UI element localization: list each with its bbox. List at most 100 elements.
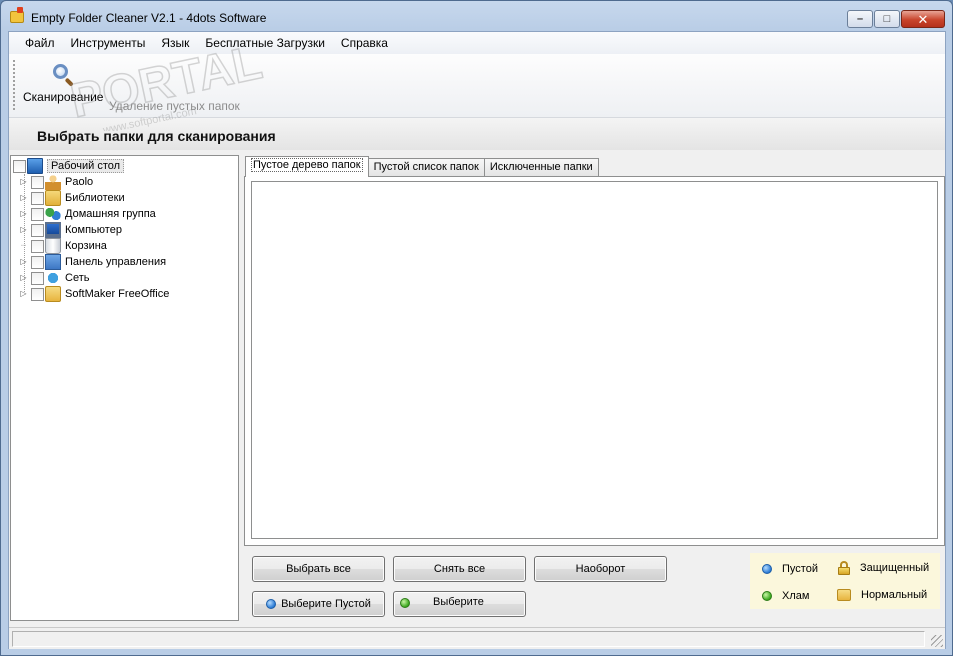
homegroup-icon (45, 206, 61, 222)
tree-node-label: Paolo (65, 176, 94, 188)
green-dot-icon (762, 591, 772, 601)
tree-node-label: Домашняя группа (65, 208, 156, 220)
tree-checkbox[interactable] (31, 223, 44, 237)
tree-checkbox[interactable] (31, 271, 44, 285)
tree-node-label: Корзина (65, 240, 107, 252)
tree-root-label: Рабочий стол (47, 159, 125, 173)
tree-checkbox[interactable] (31, 255, 44, 269)
magnifier-icon (51, 62, 75, 87)
green-dot-icon (400, 598, 410, 608)
tree-checkbox[interactable] (31, 191, 44, 205)
tree-node[interactable]: ▷ SoftMaker FreeOffice (19, 286, 169, 302)
folder-icon (45, 286, 61, 302)
tab-excluded-folders[interactable]: Исключенные папки (483, 158, 599, 177)
tree-node-label: Панель управления (65, 256, 167, 268)
menu-bar: Файл Инструменты Язык Бесплатные Загрузк… (9, 32, 945, 54)
invert-label: Наоборот (575, 563, 626, 575)
expand-arrow-icon[interactable]: ▷ (19, 190, 28, 206)
delete-empty-folders-button[interactable]: Удаление пустых папок (109, 99, 240, 113)
expand-arrow-icon[interactable]: ▷ (19, 254, 28, 270)
legend-protected-label: Защищенный (860, 562, 930, 574)
menu-language[interactable]: Язык (153, 32, 197, 54)
select-empty-button[interactable]: Выберите Пустой (252, 591, 385, 617)
recycle-bin-icon (45, 238, 61, 254)
app-window: Empty Folder Cleaner V2.1 - 4dots Softwa… (0, 0, 953, 656)
network-icon (45, 270, 61, 286)
user-folder-icon (45, 174, 61, 190)
window-title: Empty Folder Cleaner V2.1 - 4dots Softwa… (31, 11, 267, 25)
expand-arrow-icon[interactable]: ▷ (19, 206, 28, 222)
client-area: Файл Инструменты Язык Бесплатные Загрузк… (8, 31, 946, 649)
legend-empty-label: Пустой (782, 563, 818, 575)
expand-arrow-icon[interactable]: ▷ (19, 270, 28, 286)
tree-node-label: Библиотеки (65, 192, 125, 204)
blue-dot-icon (762, 564, 772, 574)
invert-selection-button[interactable]: Наоборот (534, 556, 667, 582)
legend-normal: Нормальный (837, 589, 927, 601)
tree-node[interactable]: ▷ Домашняя группа (19, 206, 156, 222)
select-all-button[interactable]: Выбрать все (252, 556, 385, 582)
section-header: Выбрать папки для сканирования (9, 118, 945, 150)
maximize-button[interactable]: □ (874, 10, 900, 28)
control-panel-icon (45, 254, 61, 270)
close-icon: ✕ (917, 11, 929, 27)
select-junk-button[interactable]: Выберите (393, 591, 526, 617)
scan-button[interactable]: Сканирование (23, 62, 103, 104)
legend-junk-label: Хлам (782, 590, 810, 602)
tab-empty-folder-list[interactable]: Пустой список папок (367, 158, 485, 177)
blue-dot-icon (266, 599, 277, 609)
tab-panel (244, 176, 945, 546)
select-all-label: Выбрать все (286, 563, 351, 575)
tree-node-label: Компьютер (65, 224, 122, 236)
section-title: Выбрать папки для сканирования (37, 128, 276, 144)
tab-label: Пустое дерево папок (251, 158, 363, 172)
tree-node-label: SoftMaker FreeOffice (65, 288, 170, 300)
tree-node[interactable]: ▷ Библиотеки (19, 190, 125, 206)
tab-strip: Пустое дерево папок Пустой список папок … (245, 156, 599, 177)
tree-checkbox[interactable] (31, 207, 44, 221)
tree-checkbox[interactable] (31, 239, 44, 253)
desktop-icon (27, 158, 43, 174)
tree-node[interactable]: ▷ Панель управления (19, 254, 166, 270)
lock-icon (838, 561, 850, 575)
tree-node[interactable]: ▷ Компьютер (19, 222, 122, 238)
tree-node[interactable]: ▷ Сеть (19, 270, 89, 286)
menu-file[interactable]: Файл (17, 32, 63, 54)
title-bar[interactable]: Empty Folder Cleaner V2.1 - 4dots Softwa… (1, 1, 952, 31)
folder-tree[interactable]: Рабочий стол ▷ Paolo ▷ Библиотеки ▷ Дома… (10, 155, 239, 621)
status-bar (9, 627, 945, 649)
tree-node[interactable]: ▷ Paolo (19, 174, 93, 190)
tree-node[interactable]: ┈ Корзина (19, 238, 107, 254)
folder-icon (837, 589, 851, 601)
tab-empty-folder-tree[interactable]: Пустое дерево папок (245, 156, 369, 177)
tree-node-label: Сеть (65, 272, 90, 284)
tree-root-checkbox[interactable] (13, 159, 26, 173)
select-empty-label: Выберите Пустой (281, 598, 371, 610)
resize-grip[interactable] (931, 635, 943, 647)
toolbar-grip[interactable] (13, 60, 15, 110)
minimize-button[interactable]: – (847, 10, 873, 28)
minimize-icon: – (856, 12, 864, 25)
expand-arrow-icon[interactable]: ▷ (19, 286, 28, 302)
tree-checkbox[interactable] (31, 175, 44, 189)
toolbar: Сканирование Удаление пустых папок (9, 54, 945, 118)
legend-panel: Пустой Защищенный Хлам Нормальный (750, 553, 940, 609)
legend-empty: Пустой (762, 563, 818, 575)
maximize-icon: □ (883, 12, 891, 25)
deselect-all-label: Снять все (433, 563, 486, 575)
expand-arrow-icon[interactable]: ▷ (19, 222, 28, 238)
computer-icon (45, 222, 61, 238)
scan-label: Сканирование (23, 90, 104, 104)
empty-folder-tree-view[interactable] (251, 181, 938, 539)
legend-normal-label: Нормальный (861, 589, 928, 601)
expand-arrow-icon[interactable]: ▷ (19, 174, 28, 190)
tree-node-root[interactable]: Рабочий стол (13, 158, 125, 174)
tab-label: Исключенные папки (489, 161, 593, 173)
menu-tools[interactable]: Инструменты (63, 32, 154, 54)
menu-free-downloads[interactable]: Бесплатные Загрузки (197, 32, 333, 54)
deselect-all-button[interactable]: Снять все (393, 556, 526, 582)
tree-checkbox[interactable] (31, 287, 44, 301)
close-button[interactable]: ✕ (901, 10, 945, 28)
menu-help[interactable]: Справка (333, 32, 396, 54)
select-junk-label: Выберите (433, 596, 484, 608)
